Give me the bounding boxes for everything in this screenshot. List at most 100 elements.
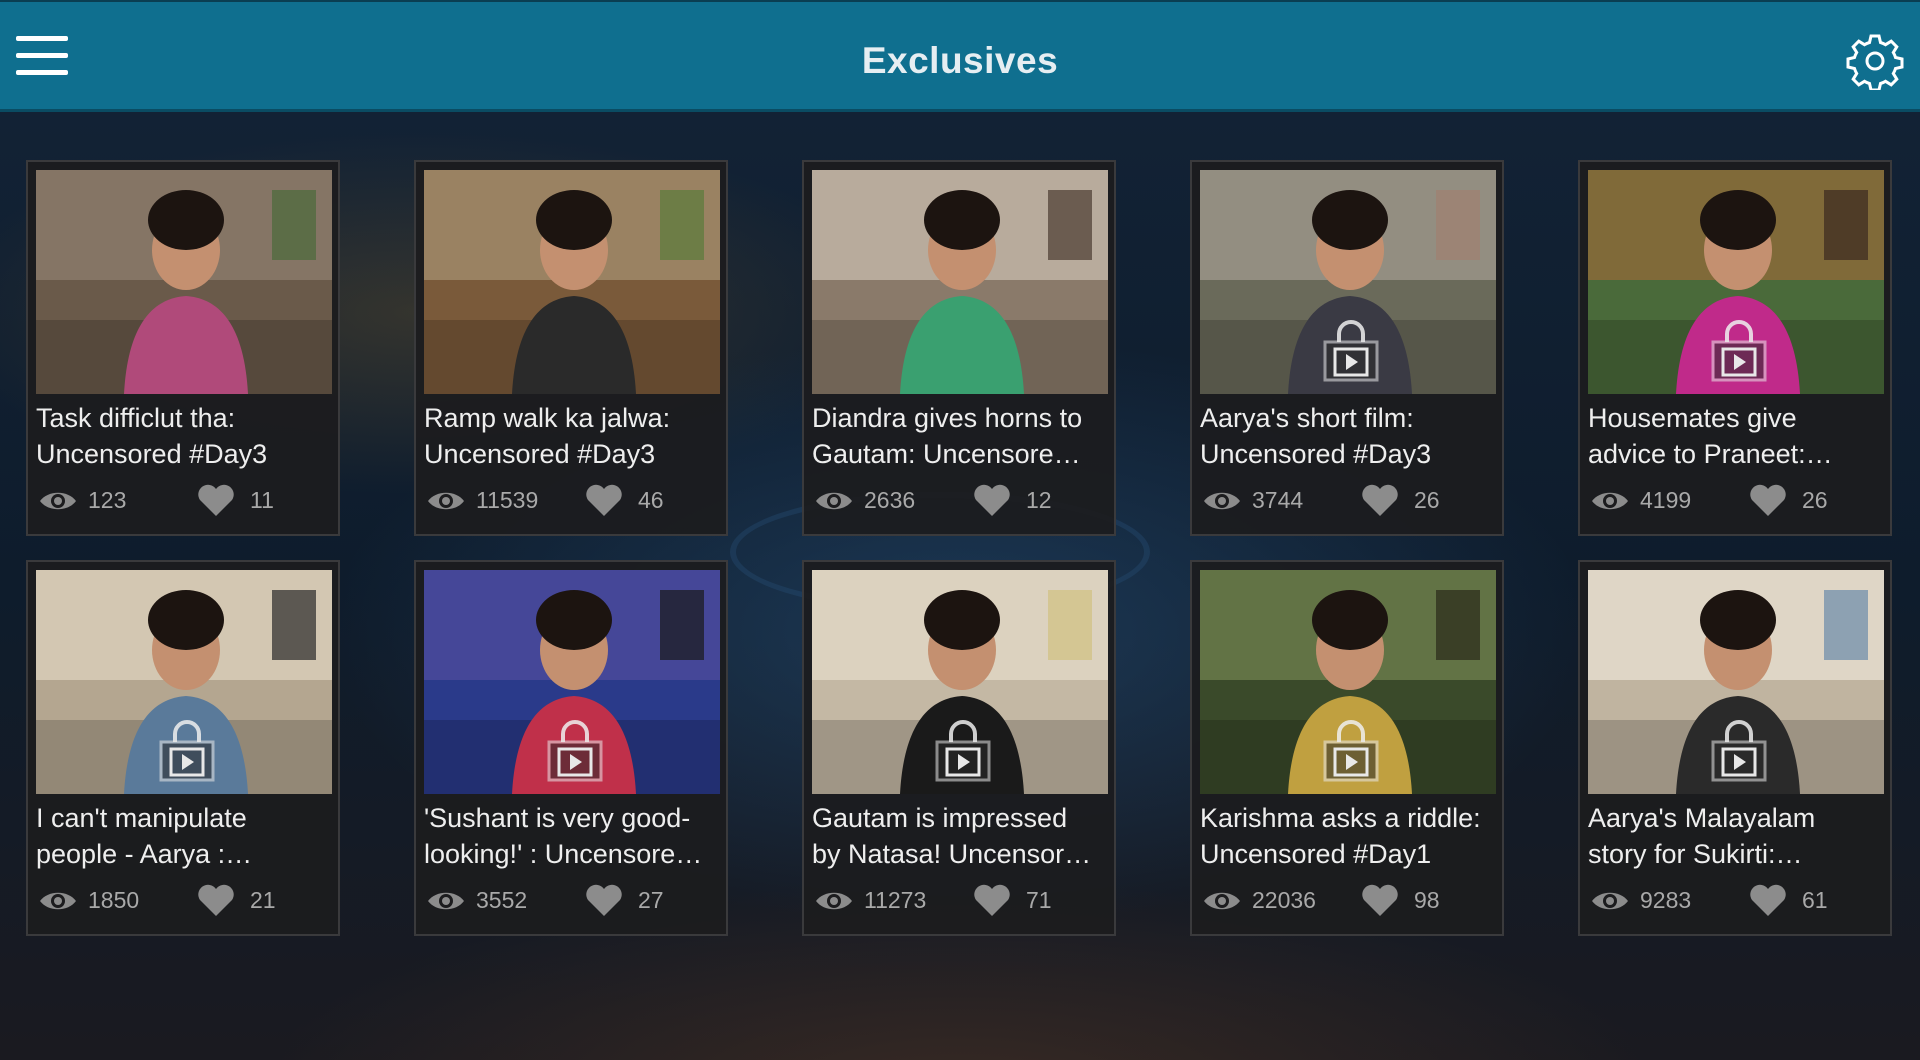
video-title[interactable]: Diandra gives horns to Gautam: Uncensore… — [812, 400, 1112, 476]
view-count: 11273 — [864, 887, 927, 913]
video-title[interactable]: Aarya's short film: Uncensored #Day3 — [1200, 400, 1500, 476]
video-thumbnail[interactable] — [1200, 570, 1496, 794]
view-count: 9283 — [1640, 887, 1692, 913]
view-count: 1850 — [88, 887, 140, 913]
video-card[interactable]: Task difficlut tha: Uncensored #Day3 123… — [26, 160, 340, 536]
video-title-line: by Natasa! Uncensor… — [812, 839, 1092, 869]
video-stats: 11273 71 — [812, 880, 1112, 920]
video-title-line: I can't manipulate — [36, 803, 247, 833]
like-count: 26 — [1414, 487, 1440, 513]
heart-icon[interactable] — [1748, 484, 1788, 518]
video-title-line: story for Sukirti:… — [1588, 839, 1803, 869]
locked-play-icon — [935, 720, 991, 782]
video-title[interactable]: 'Sushant is very good- looking!' : Uncen… — [424, 800, 724, 876]
heart-icon[interactable] — [972, 484, 1012, 518]
video-title[interactable]: Aarya's Malayalam story for Sukirti:… — [1588, 800, 1888, 876]
locked-play-icon — [159, 720, 215, 782]
video-title-line: Diandra gives horns to — [812, 403, 1083, 433]
like-count: 12 — [1026, 487, 1052, 513]
video-thumbnail[interactable] — [1588, 570, 1884, 794]
like-count: 46 — [638, 487, 664, 513]
video-card[interactable]: I can't manipulate people - Aarya :… 185… — [26, 560, 340, 936]
locked-play-icon — [1323, 320, 1379, 382]
video-card[interactable]: Diandra gives horns to Gautam: Uncensore… — [802, 160, 1116, 536]
like-count: 61 — [1802, 887, 1828, 913]
gear-icon[interactable] — [1846, 32, 1904, 92]
locked-play-icon — [1711, 320, 1767, 382]
eye-icon — [816, 892, 852, 910]
video-thumbnail[interactable] — [812, 170, 1108, 394]
heart-icon[interactable] — [1360, 484, 1400, 518]
video-stats: 3552 27 — [424, 880, 724, 920]
heart-icon[interactable] — [196, 884, 236, 918]
heart-icon[interactable] — [584, 884, 624, 918]
video-thumbnail[interactable] — [812, 570, 1108, 794]
video-title-line: Gautam: Uncensore… — [812, 439, 1081, 469]
video-thumbnail[interactable] — [424, 570, 720, 794]
eye-icon — [1592, 892, 1628, 910]
like-count: 11 — [250, 487, 274, 513]
heart-icon[interactable] — [584, 484, 624, 518]
view-count: 123 — [88, 487, 127, 513]
eye-icon — [40, 492, 76, 510]
video-title[interactable]: Ramp walk ka jalwa: Uncensored #Day3 — [424, 400, 724, 476]
video-title-line: 'Sushant is very good- — [424, 803, 691, 833]
video-card[interactable]: Housemates give advice to Praneet:… 4199… — [1578, 160, 1892, 536]
video-card[interactable]: Aarya's short film: Uncensored #Day3 374… — [1190, 160, 1504, 536]
video-title[interactable]: Karishma asks a riddle: Uncensored #Day1 — [1200, 800, 1500, 876]
video-thumbnail[interactable] — [36, 570, 332, 794]
top-app-bar: Exclusives — [0, 0, 1920, 112]
video-title-line: Aarya's Malayalam — [1588, 803, 1816, 833]
view-count: 2636 — [864, 487, 916, 513]
video-thumbnail[interactable] — [1200, 170, 1496, 394]
video-title-line: people - Aarya :… — [36, 839, 253, 869]
like-count: 71 — [1026, 887, 1052, 913]
video-stats: 1850 21 — [36, 880, 336, 920]
video-title-line: Uncensored #Day3 — [1200, 439, 1432, 469]
video-stats: 2636 12 — [812, 480, 1112, 520]
like-count: 98 — [1414, 887, 1440, 913]
video-stats: 123 11 — [36, 480, 336, 520]
hamburger-menu-icon[interactable] — [14, 32, 72, 82]
video-title-line: advice to Praneet:… — [1588, 439, 1833, 469]
video-grid: Task difficlut tha: Uncensored #Day3 123… — [0, 112, 1920, 1060]
video-card[interactable]: 'Sushant is very good- looking!' : Uncen… — [414, 560, 728, 936]
heart-icon[interactable] — [1748, 884, 1788, 918]
eye-icon — [428, 892, 464, 910]
eye-icon — [816, 492, 852, 510]
locked-play-icon — [1711, 720, 1767, 782]
eye-icon — [1592, 492, 1628, 510]
video-card[interactable]: Aarya's Malayalam story for Sukirti:… 92… — [1578, 560, 1892, 936]
video-thumbnail[interactable] — [1588, 170, 1884, 394]
video-title[interactable]: Housemates give advice to Praneet:… — [1588, 400, 1888, 476]
video-stats: 9283 61 — [1588, 880, 1888, 920]
video-title[interactable]: Task difficlut tha: Uncensored #Day3 — [36, 400, 336, 476]
video-card[interactable]: Ramp walk ka jalwa: Uncensored #Day3 115… — [414, 160, 728, 536]
video-card[interactable]: Karishma asks a riddle: Uncensored #Day1… — [1190, 560, 1504, 936]
video-title-line: looking!' : Uncensore… — [424, 839, 703, 869]
view-count: 4199 — [1640, 487, 1692, 513]
video-card[interactable]: Gautam is impressed by Natasa! Uncensor…… — [802, 560, 1116, 936]
like-count: 21 — [250, 887, 276, 913]
video-title-line: Aarya's short film: — [1200, 403, 1414, 433]
video-title[interactable]: Gautam is impressed by Natasa! Uncensor… — [812, 800, 1112, 876]
video-title[interactable]: I can't manipulate people - Aarya :… — [36, 800, 336, 876]
like-count: 26 — [1802, 487, 1828, 513]
thumbnail-image — [424, 170, 720, 394]
video-stats: 11539 46 — [424, 480, 724, 520]
heart-icon[interactable] — [1360, 884, 1400, 918]
heart-icon[interactable] — [196, 484, 236, 518]
video-thumbnail[interactable] — [424, 170, 720, 394]
video-thumbnail[interactable] — [36, 170, 332, 394]
video-stats: 3744 26 — [1200, 480, 1500, 520]
video-title-line: Gautam is impressed — [812, 803, 1068, 833]
eye-icon — [40, 892, 76, 910]
video-title-line: Karishma asks a riddle: — [1200, 803, 1481, 833]
video-stats: 22036 98 — [1200, 880, 1500, 920]
view-count: 3744 — [1252, 487, 1304, 513]
eye-icon — [428, 492, 464, 510]
video-title-line: Uncensored #Day3 — [36, 439, 268, 469]
like-count: 27 — [638, 887, 664, 913]
video-stats: 4199 26 — [1588, 480, 1888, 520]
heart-icon[interactable] — [972, 884, 1012, 918]
